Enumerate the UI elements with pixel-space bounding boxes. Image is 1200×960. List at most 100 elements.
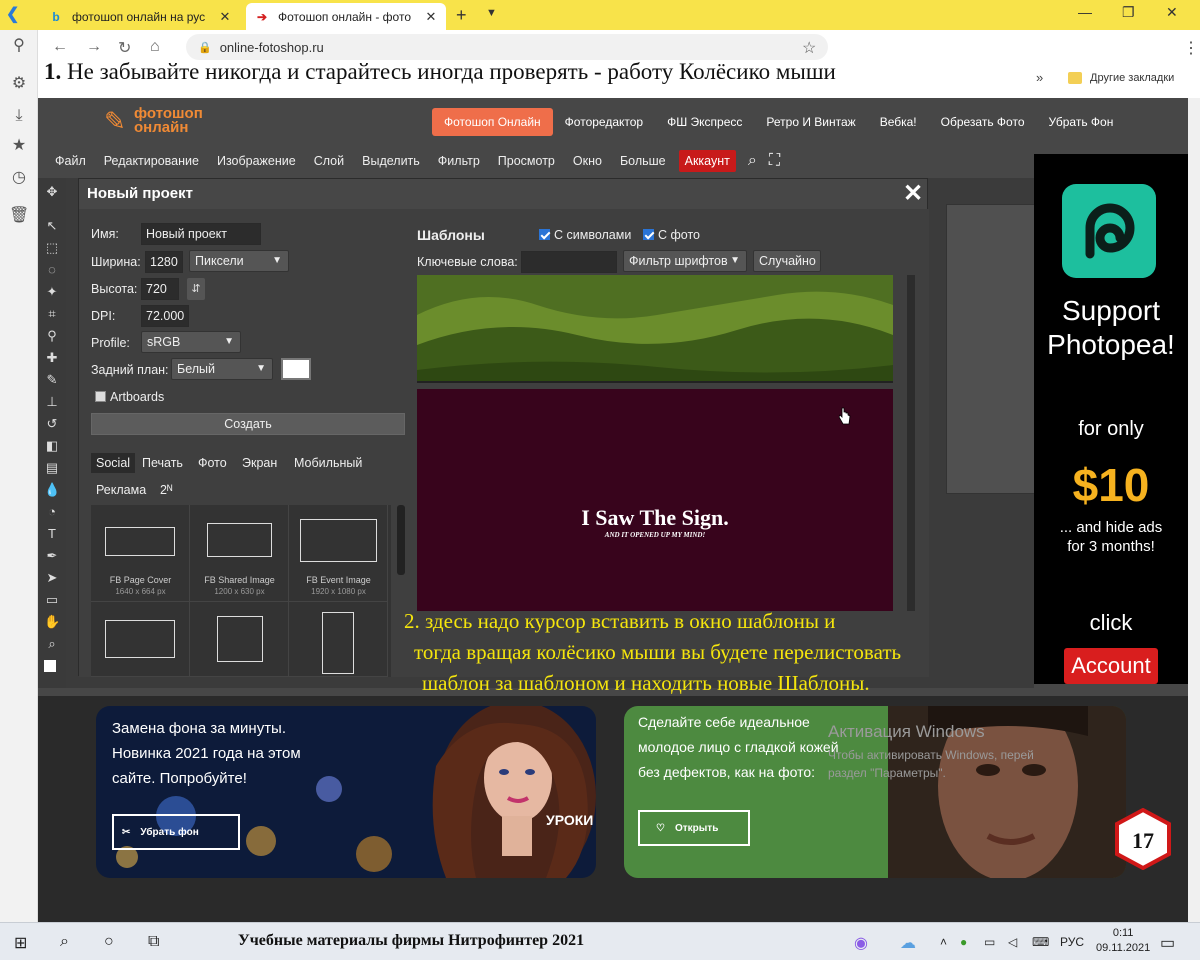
download-icon[interactable]: ⤓	[9, 106, 29, 126]
nav-remove-bg[interactable]: Убрать Фон	[1037, 108, 1126, 136]
nav-photo-editor[interactable]: Фоторедактор	[553, 108, 655, 136]
magic-wand-icon[interactable]: ✦	[44, 284, 60, 300]
window-close-icon[interactable]: ✕	[1166, 4, 1178, 21]
lasso-tool-icon[interactable]: ◌	[44, 262, 60, 278]
template-preview-hills[interactable]	[417, 275, 893, 383]
menu-layer[interactable]: Слой	[305, 154, 353, 168]
nav-fotoshop-online[interactable]: Фотошоп Онлайн	[432, 108, 553, 136]
template-tile[interactable]: FB Event Image 1920 x 1080 px	[289, 505, 388, 602]
gear-icon[interactable]: ⚙	[9, 74, 29, 94]
promo-banner-remove-bg[interactable]: Замена фона за минуты. Новинка 2021 года …	[96, 706, 596, 878]
weather-icon[interactable]: ☁	[900, 933, 916, 953]
gradient-tool-icon[interactable]: ▤	[44, 460, 60, 476]
menu-view[interactable]: Просмотр	[489, 154, 564, 168]
dodge-tool-icon[interactable]: ◔	[44, 504, 60, 520]
task-view-icon[interactable]: ⧉	[148, 933, 159, 951]
shape-tool-icon[interactable]: ▭	[44, 592, 60, 608]
tab-photo[interactable]: Фото	[193, 453, 232, 473]
template-tile[interactable]	[91, 602, 190, 677]
tab-close-icon[interactable]: ✕	[218, 9, 232, 25]
with-photo-checkbox[interactable]: С фото	[643, 228, 700, 242]
history-icon[interactable]: ◷	[9, 168, 29, 188]
zoom-tool-icon[interactable]: ⌕	[44, 636, 60, 652]
hand-tool-icon[interactable]: ✋	[44, 614, 60, 630]
eyedropper-icon[interactable]: ⚲	[44, 328, 60, 344]
template-tile[interactable]: FB Page Cover 1640 x 664 px	[91, 505, 190, 602]
path-select-icon[interactable]: ➤	[44, 570, 60, 586]
swap-dimensions-icon[interactable]: ⇵	[187, 278, 205, 300]
pin-icon[interactable]: ⚲	[9, 36, 29, 56]
pointer-tool-icon[interactable]: ↖	[44, 218, 60, 234]
name-input[interactable]: Новый проект	[141, 223, 261, 245]
other-bookmarks[interactable]: Другие закладки	[1068, 72, 1174, 84]
brush-tool-icon[interactable]: ✎	[44, 372, 60, 388]
network-icon[interactable]: ▭	[984, 935, 995, 949]
nav-retro[interactable]: Ретро И Винтаж	[754, 108, 867, 136]
menu-window[interactable]: Окно	[564, 154, 611, 168]
checkbox-checked-icon[interactable]	[539, 229, 550, 240]
bookmarks-more[interactable]: »	[1036, 70, 1043, 85]
yandex-browser-icon[interactable]: ❮	[6, 6, 24, 24]
ad-account-button[interactable]: Account	[1064, 648, 1158, 684]
text-tool-icon[interactable]: T	[44, 526, 60, 542]
home-icon[interactable]: ⌂	[150, 38, 160, 56]
color-swatch-icon[interactable]	[44, 660, 56, 672]
alice-icon[interactable]: ◉	[854, 933, 868, 953]
crop-tool-icon[interactable]: ⌗	[44, 306, 60, 322]
tab-social[interactable]: Social	[91, 453, 136, 473]
notifications-icon[interactable]: ▭	[1160, 933, 1175, 953]
tab-close-icon[interactable]: ✕	[424, 9, 438, 25]
tab-ads[interactable]: Реклама	[91, 480, 151, 500]
search-icon[interactable]: ⌕	[60, 933, 69, 951]
blur-tool-icon[interactable]: 💧	[44, 482, 60, 498]
profile-select[interactable]: sRGB ▼	[141, 331, 241, 353]
nav-webcam[interactable]: Вебка!	[868, 108, 929, 136]
volume-icon[interactable]: ◁	[1008, 935, 1017, 949]
cortana-icon[interactable]: ○	[104, 933, 114, 951]
move-tool-icon[interactable]: ✥	[44, 184, 60, 200]
browser-tab-1[interactable]: b фотошоп онлайн на рус ✕	[40, 3, 240, 30]
tab-mobile[interactable]: Мобильный	[289, 453, 367, 473]
tab-list-chevron-icon[interactable]: ▼	[486, 7, 497, 19]
template-tile[interactable]: FB Shared Image 1200 x 630 px	[190, 505, 289, 602]
eraser-tool-icon[interactable]: ◧	[44, 438, 60, 454]
windows-start-icon[interactable]: ⊞	[14, 933, 27, 953]
remove-bg-button[interactable]: ✂ Убрать фон	[112, 814, 240, 850]
template-preview-sign[interactable]: I Saw The Sign. AND IT OPENED UP MY MIND…	[417, 389, 893, 611]
font-filter-select[interactable]: Фильтр шрифтов ▼	[623, 250, 747, 272]
menu-file[interactable]: Файл	[46, 154, 95, 168]
forward-icon[interactable]: →	[86, 38, 102, 56]
tab-screen[interactable]: Экран	[237, 453, 282, 473]
background-color-swatch[interactable]	[281, 358, 311, 380]
healing-tool-icon[interactable]: ✚	[44, 350, 60, 366]
tray-chevron-icon[interactable]: ˄	[940, 935, 947, 949]
background-select[interactable]: Белый ▼	[171, 358, 273, 380]
clock[interactable]: 0:11 09.11.2021	[1096, 926, 1150, 956]
height-input[interactable]: 720	[141, 278, 179, 300]
width-input[interactable]: 1280	[145, 251, 183, 273]
star-icon[interactable]: ★	[9, 136, 29, 156]
keyboard-icon[interactable]: ⌨	[1032, 935, 1049, 949]
unit-select[interactable]: Пиксели ▼	[189, 250, 289, 272]
create-button[interactable]: Создать	[91, 413, 405, 435]
trash-icon[interactable]: 🗑	[9, 206, 29, 226]
marquee-tool-icon[interactable]: ⬚	[44, 240, 60, 256]
search-icon[interactable]: ⌕	[748, 152, 757, 170]
restore-icon[interactable]: ❐	[1122, 4, 1135, 21]
history-brush-icon[interactable]: ↺	[44, 416, 60, 432]
artboards-checkbox[interactable]: Artboards	[95, 390, 164, 404]
checkbox-checked-icon[interactable]	[643, 229, 654, 240]
keywords-input[interactable]	[521, 251, 617, 273]
dialog-close-icon[interactable]: ✕	[903, 179, 923, 208]
pen-tool-icon[interactable]: ✒	[44, 548, 60, 564]
tray-app-icon[interactable]: ●	[960, 935, 967, 949]
template-tile[interactable]	[190, 602, 289, 677]
tab-print[interactable]: Печать	[137, 453, 188, 473]
dpi-input[interactable]: 72.000	[141, 305, 189, 327]
menu-edit[interactable]: Редактирование	[95, 154, 208, 168]
tab-power-of-two[interactable]: 2ᴺ	[155, 480, 177, 500]
open-button[interactable]: ♡ Открыть	[638, 810, 750, 846]
browser-menu-icon[interactable]: ⋮	[1183, 38, 1199, 58]
random-button[interactable]: Случайно	[753, 250, 821, 272]
menu-select[interactable]: Выделить	[353, 154, 429, 168]
